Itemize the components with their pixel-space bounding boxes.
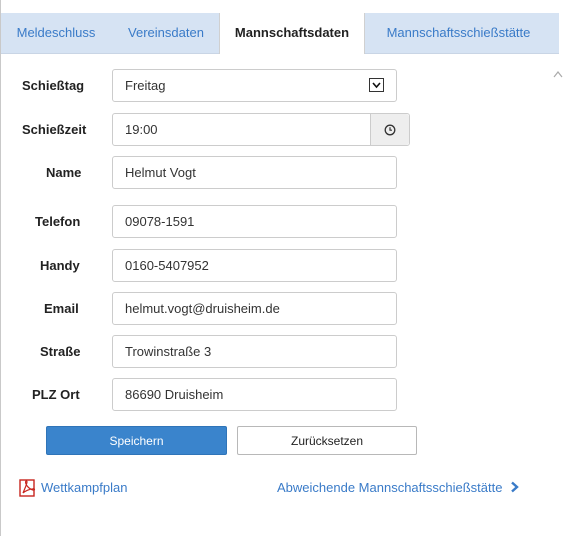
plz-ort-input[interactable]: 86690 Druisheim [112,378,397,411]
email-value: helmut.vogt@druisheim.de [125,301,280,316]
plz-ort-value: 86690 Druisheim [125,387,224,402]
save-button[interactable]: Speichern [46,426,227,455]
strasse-input[interactable]: Trowinstraße 3 [112,335,397,368]
reset-button[interactable]: Zurücksetzen [237,426,417,455]
abweichende-label: Abweichende Mannschaftsschießstätte [277,480,503,495]
schiesstag-select[interactable]: Freitag [112,69,397,102]
schiesszeit-input[interactable]: 19:00 [112,113,410,146]
tab-meldeschluss[interactable]: Meldeschluss [1,13,111,53]
clock-icon [384,124,396,136]
telefon-label: Telefon [35,214,81,229]
chevron-right-icon [511,481,519,493]
schiesszeit-label: Schießzeit [22,122,87,137]
email-label: Email [44,301,79,316]
tab-mannschaftsschiessstaette[interactable]: Mannschaftsschießstätte [366,13,551,53]
name-value: Helmut Vogt [125,165,196,180]
email-input[interactable]: helmut.vogt@druisheim.de [112,292,397,325]
telefon-value: 09078-1591 [125,214,195,229]
name-input[interactable]: Helmut Vogt [112,156,397,189]
scroll-up-icon[interactable] [553,70,563,78]
pdf-icon [19,479,36,497]
clock-button[interactable] [370,114,409,145]
wettkampfplan-label: Wettkampfplan [41,480,128,495]
tab-bar: Meldeschluss Vereinsdaten Mannschaftsdat… [1,13,559,54]
handy-label: Handy [40,258,80,273]
schiesstag-value: Freitag [125,78,166,93]
strasse-value: Trowinstraße 3 [125,344,212,359]
tab-vereinsdaten[interactable]: Vereinsdaten [116,13,216,53]
name-label: Name [46,165,82,180]
tab-mannschaftsdaten[interactable]: Mannschaftsdaten [219,13,365,54]
strasse-label: Straße [40,344,81,359]
schiesszeit-value: 19:00 [125,122,158,137]
handy-input[interactable]: 0160-5407952 [112,249,397,282]
schiesstag-label: Schießtag [22,78,85,93]
plz-ort-label: PLZ Ort [32,387,80,402]
dropdown-arrow-icon[interactable] [369,78,384,92]
handy-value: 0160-5407952 [125,258,209,273]
telefon-input[interactable]: 09078-1591 [112,205,397,238]
abweichende-link[interactable]: Abweichende Mannschaftsschießstätte [277,480,519,496]
